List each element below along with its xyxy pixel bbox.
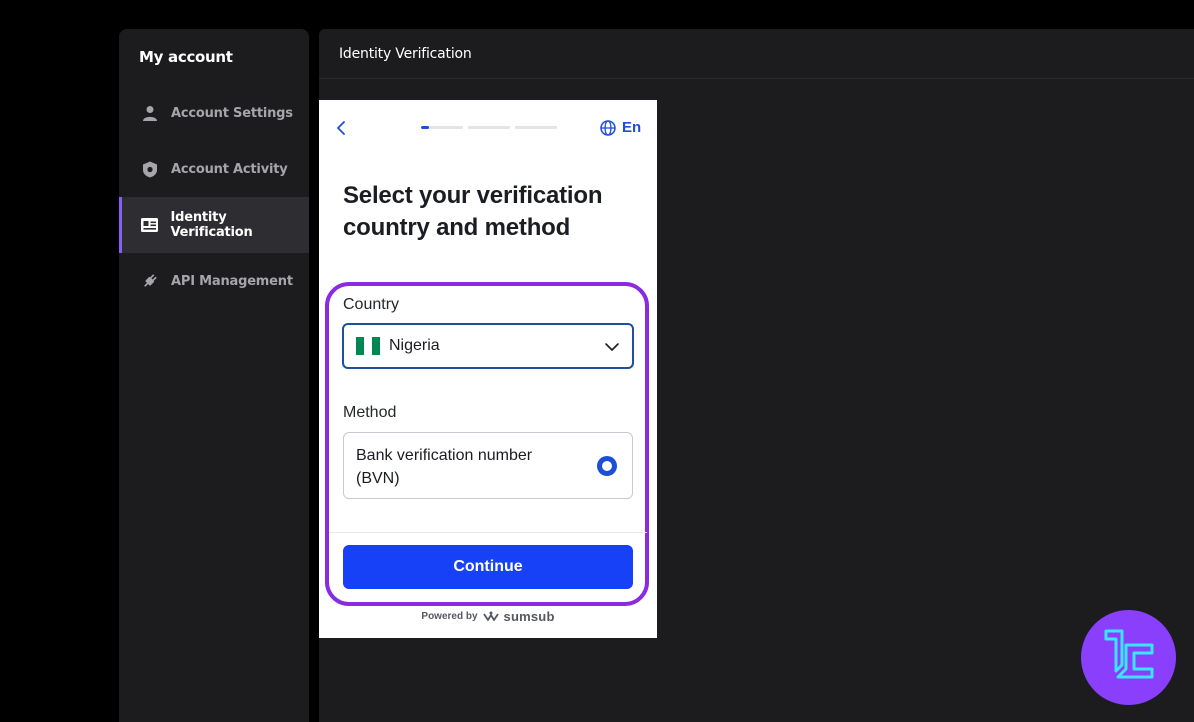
country-select[interactable]: Nigeria xyxy=(342,323,634,369)
plug-icon xyxy=(141,272,159,290)
progress-step xyxy=(421,126,463,129)
country-label: Country xyxy=(343,296,400,313)
sidebar-item-label: Account Activity xyxy=(171,161,288,177)
progress-indicator xyxy=(421,126,557,129)
method-option-label: Bank verification number (BVN) xyxy=(356,447,533,487)
back-button[interactable] xyxy=(333,118,349,138)
progress-step xyxy=(468,126,510,129)
progress-step xyxy=(515,126,557,129)
sidebar-item-account-activity[interactable]: Account Activity xyxy=(119,141,309,197)
chevron-down-icon xyxy=(605,343,619,351)
page: My account Account Settings Account Acti… xyxy=(0,0,1194,722)
method-option-bvn[interactable]: Bank verification number (BVN) xyxy=(343,432,633,499)
sidebar-item-label: Account Settings xyxy=(171,105,293,121)
nigeria-flag-icon xyxy=(356,337,380,355)
brand-name: sumsub xyxy=(503,609,555,624)
sidebar-item-label: API Management xyxy=(171,273,293,289)
verification-widget: En Select your verification country and … xyxy=(319,100,657,638)
page-title: Identity Verification xyxy=(339,45,472,62)
sidebar-item-identity-verification[interactable]: Identity Verification xyxy=(119,197,309,253)
globe-icon xyxy=(600,119,616,136)
shield-icon xyxy=(141,160,159,178)
id-card-icon xyxy=(141,216,159,234)
widget-heading: Select your verification country and met… xyxy=(343,182,603,241)
sumsub-logo-icon xyxy=(482,611,499,621)
user-icon xyxy=(141,104,159,122)
country-value: Nigeria xyxy=(389,337,440,354)
chevron-left-icon xyxy=(337,121,345,135)
divider xyxy=(329,532,647,533)
radio-selected-icon[interactable] xyxy=(597,456,617,476)
sidebar: My account Account Settings Account Acti… xyxy=(119,29,309,722)
main-header: Identity Verification xyxy=(319,29,1194,79)
powered-by-text: Powered by xyxy=(421,611,478,622)
language-label: En xyxy=(622,119,642,136)
tradingfinder-logo-icon xyxy=(1081,610,1176,705)
sidebar-item-account-settings[interactable]: Account Settings xyxy=(119,85,309,141)
powered-by: Powered by sumsub xyxy=(319,609,657,624)
sidebar-item-api-management[interactable]: API Management xyxy=(119,253,309,309)
method-label: Method xyxy=(343,404,397,421)
continue-button[interactable]: Continue xyxy=(343,545,633,589)
progress-fill xyxy=(421,126,430,129)
sidebar-title: My account xyxy=(139,48,233,66)
sidebar-item-label: Identity Verification xyxy=(170,210,253,240)
language-selector[interactable]: En xyxy=(600,119,641,136)
